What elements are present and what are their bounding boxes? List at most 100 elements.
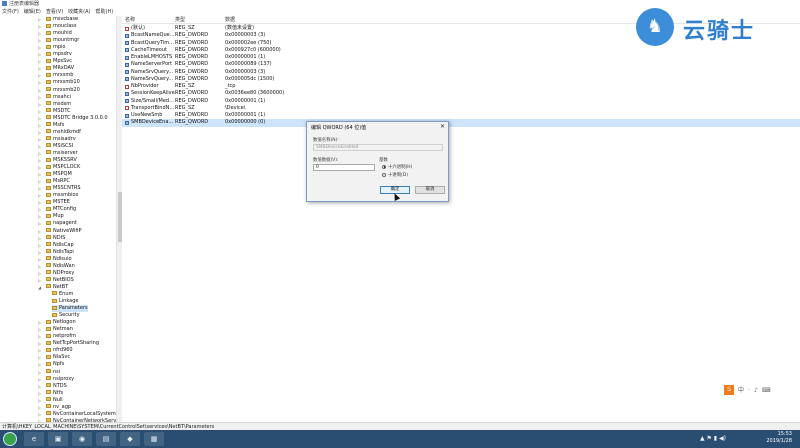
tree-item-label: NDIS: [53, 234, 66, 241]
folder-icon: [46, 361, 51, 366]
binary-value-icon: [125, 48, 129, 53]
folder-icon: [46, 185, 51, 190]
menu-file[interactable]: 文件(F): [2, 8, 19, 16]
ime-voice-icon[interactable]: ♪: [754, 385, 758, 396]
tree-item-label: napagent: [53, 220, 77, 227]
value-row[interactable]: UseNewSmb REG_DWORD 0x00000001 (1): [122, 112, 800, 119]
tree-item-label: msiserver: [53, 149, 78, 156]
value-data: 0x00000000 (0): [225, 119, 266, 126]
taskbar: e ▣ ◉ ▤ ◆ ▦ ▲ ⚑ ▮ ◀) 15:53 2019/1/28: [0, 430, 800, 448]
registry-tree[interactable]: ▷ msvcbase ▷ mouclass ▷ mouhid ▷ mountmgr ▷ mpio ▷…: [0, 16, 122, 422]
column-data[interactable]: 数据: [225, 16, 235, 24]
value-row[interactable]: EnableLMHOSTS REG_DWORD 0x00000001 (1): [122, 54, 800, 61]
value-row[interactable]: NameSrvQuery... REG_DWORD 0x000005dc (1500…: [122, 76, 800, 83]
folder-icon: [46, 347, 51, 352]
tree-item-label: mrxsmb10: [53, 79, 80, 86]
values-list[interactable]: 名称 类型 数据 (默认) REG_SZ (数值未设置) BcastNameQue..…: [122, 16, 800, 422]
value-row[interactable]: NbProvider REG_SZ _tcp: [122, 83, 800, 90]
value-data: 0x0036ee80 (3600000): [225, 90, 285, 97]
menu-view[interactable]: 查看(V): [46, 8, 63, 16]
value-name: NbProvider: [131, 83, 159, 89]
tree-item-label: nv_agp: [53, 403, 72, 410]
binary-value-icon: [125, 120, 129, 125]
folder-icon: [46, 23, 51, 28]
value-data: 0x00000089 (137): [225, 61, 272, 68]
sogou-icon[interactable]: S: [724, 385, 734, 395]
taskbar-app-icon[interactable]: ▤: [96, 432, 116, 446]
tree-item-label: MRxDAV: [53, 65, 75, 72]
binary-value-icon: [125, 99, 129, 103]
value-name: EnableLMHOSTS: [131, 54, 173, 60]
expanded-arrow-icon[interactable]: ◢: [38, 284, 44, 291]
value-row[interactable]: NameServerPort REG_DWORD 0x00000089 (137): [122, 61, 800, 68]
tree-item-label: nfrd960: [53, 347, 73, 354]
radio-dec[interactable]: 十进制(D): [382, 172, 408, 178]
tree-item-label: MSTEE: [53, 199, 70, 206]
value-name-label: 数值名称(N):: [313, 138, 339, 143]
folder-icon: [46, 404, 51, 409]
column-name[interactable]: 名称: [125, 16, 135, 24]
folder-icon: [46, 242, 51, 247]
taskbar-regedit-icon[interactable]: ▦: [144, 432, 164, 446]
taskbar-app2-icon[interactable]: ◆: [120, 432, 140, 446]
tree-item-label: mpsdrv: [53, 51, 72, 58]
tree-item-label: mouclass: [53, 23, 77, 30]
taskbar-media-icon[interactable]: ◉: [72, 432, 92, 446]
menu-edit[interactable]: 编辑(E): [24, 8, 41, 16]
tree-item-label: NvContainerLocalSystem: [53, 410, 116, 417]
value-data-input[interactable]: 0: [313, 164, 375, 171]
folder-icon: [46, 256, 51, 261]
value-data: 0x000005dc (1500): [225, 75, 275, 82]
menu-help[interactable]: 帮助(H): [96, 8, 114, 16]
clock[interactable]: 15:53 2019/1/28: [766, 431, 792, 445]
value-row[interactable]: Size/Small/Med... REG_DWORD 0x00000001 (1): [122, 98, 800, 105]
value-name: NameServerPort: [131, 61, 173, 68]
ime-mode[interactable]: 中: [738, 385, 744, 396]
close-icon[interactable]: ✕: [440, 123, 445, 130]
cancel-button[interactable]: 取消: [415, 186, 445, 194]
value-type: REG_DWORD: [175, 54, 209, 60]
tree-item-label: MpsSvc: [53, 58, 72, 65]
value-name: (默认): [131, 25, 145, 31]
tree-item-label: MSDTC Bridge 3.0.0.0: [53, 114, 108, 121]
ime-punct-icon[interactable]: ·: [748, 385, 750, 396]
start-button[interactable]: [3, 432, 17, 446]
value-row[interactable]: CacheTimeout REG_DWORD 0x000927c0 (600000): [122, 47, 800, 54]
system-tray[interactable]: ▲ ⚑ ▮ ◀): [700, 435, 726, 442]
folder-icon: [46, 16, 51, 21]
value-type: REG_DWORD: [175, 46, 209, 53]
taskbar-explorer-icon[interactable]: ▣: [48, 432, 68, 446]
tree-item-label: msdsm: [53, 100, 72, 107]
tree-item-label: mrxsmb20: [53, 86, 80, 93]
folder-icon: [46, 150, 51, 155]
value-type: REG_DWORD: [175, 32, 209, 39]
value-type: REG_DWORD: [175, 68, 209, 75]
binary-value-icon: [125, 77, 129, 82]
tree-item-label: MSiSCSI: [53, 142, 74, 149]
value-row[interactable]: TransportBindN... REG_SZ \Device\: [122, 105, 800, 112]
folder-icon: [46, 390, 51, 395]
value-row[interactable]: SessionKeepAlive REG_DWORD 0x0036ee80 (360…: [122, 90, 800, 97]
folder-icon: [46, 284, 51, 289]
folder-icon: [46, 263, 51, 268]
value-row[interactable]: NameSrvQuery... REG_DWORD 0x00000003 (3): [122, 69, 800, 76]
dialog-title: 编辑 QWORD (64 位)值: [311, 125, 367, 131]
tree-item-label: NdisWan: [53, 262, 75, 269]
folder-icon: [52, 312, 57, 317]
menu-favorites[interactable]: 收藏夹(A): [68, 8, 90, 16]
tree-item-label: netprofm: [53, 333, 77, 340]
binary-value-icon: [125, 113, 129, 118]
folder-icon: [46, 157, 51, 162]
radio-hex[interactable]: 十六进制(H): [382, 164, 412, 170]
taskbar-ie-icon[interactable]: e: [24, 432, 44, 446]
binary-value-icon: [125, 33, 129, 38]
value-type: REG_SZ: [175, 104, 195, 111]
ime-keyboard-icon[interactable]: ⌨: [762, 385, 771, 396]
tree-item-label: MTConfig: [53, 206, 77, 213]
value-type: REG_DWORD: [175, 90, 209, 97]
column-type[interactable]: 类型: [175, 16, 185, 24]
folder-icon: [46, 397, 51, 402]
folder-icon: [46, 213, 51, 218]
value-type: REG_DWORD: [175, 61, 209, 68]
value-row[interactable]: SMBDeviceEna... REG_QWORD 0x00000000 (0): [122, 119, 800, 127]
